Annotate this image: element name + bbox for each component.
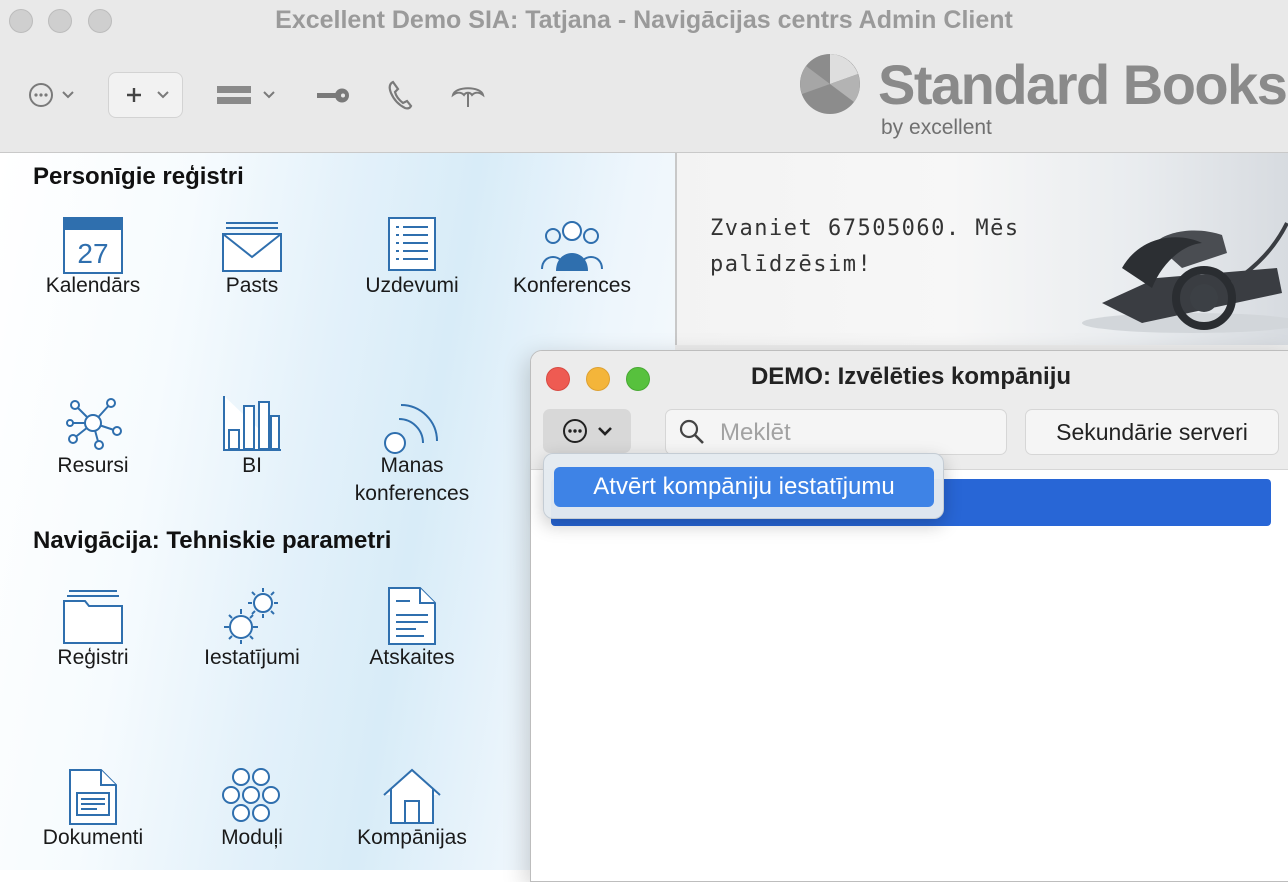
conferences-icon [541, 221, 603, 271]
standard-books-logo: Standard Books by excellent [796, 50, 1288, 145]
window-title: Excellent Demo SIA: Tatjana - Navigācija… [275, 6, 1013, 34]
dialog-minimize-button[interactable] [586, 367, 610, 391]
main-window-toolbar: Excellent Demo SIA: Tatjana - Navigācija… [0, 0, 1288, 153]
registers-icon [63, 590, 123, 644]
nav-label: Atskaites [369, 646, 455, 669]
search-input[interactable] [718, 416, 992, 450]
modules-icon [222, 768, 280, 822]
toolbar-phone-button[interactable] [378, 72, 422, 118]
nav-label: Reģistri [57, 646, 129, 669]
nav-label: Konferences [513, 274, 631, 297]
my-conferences-icon [384, 404, 438, 454]
nav-item-documents[interactable]: Dokumenti [13, 767, 173, 857]
secondary-servers-button[interactable]: Sekundārie serveri [1025, 409, 1279, 455]
nav-label: Iestatījumi [204, 646, 300, 669]
nav-label: BI [242, 454, 262, 477]
ellipsis-circle-icon [563, 419, 587, 443]
nav-item-calendar[interactable]: 27 Kalendārs [13, 215, 173, 305]
nav-label: Kompānijas [357, 826, 467, 849]
section-title-technical-params: Navigācija: Tehniskie parametri [33, 527, 392, 554]
ellipsis-circle-icon [29, 83, 74, 107]
nav-item-my-conferences[interactable]: Manas konferences [332, 395, 492, 515]
support-banner-text: Zvaniet 67505060. Mēs palīdzēsim! [710, 216, 1020, 277]
nav-label: Manas konferences [354, 454, 470, 505]
reports-icon [388, 587, 436, 645]
nav-item-conferences[interactable]: Konferences [492, 215, 652, 305]
nav-label: Kalendārs [45, 274, 141, 297]
toolbar-key-button[interactable] [310, 72, 356, 118]
key-icon [317, 88, 349, 103]
companies-house-icon [383, 768, 441, 824]
support-banner: Zvaniet 67505060. Mēs palīdzēsim! [675, 153, 1288, 345]
dialog-title: DEMO: Izvēlēties kompāniju [750, 363, 1072, 390]
nav-item-tasks[interactable]: Uzdevumi [332, 215, 492, 305]
nav-item-reports[interactable]: Atskaites [332, 587, 492, 677]
menu-item-open-company-settings[interactable]: Atvērt kompāniju iestatījumu [554, 467, 934, 507]
nav-label: Resursi [57, 454, 129, 477]
calendar-icon: 27 [63, 217, 123, 274]
resources-icon [66, 398, 122, 450]
chevron-down-icon [598, 427, 612, 436]
nav-item-modules[interactable]: Moduļi [172, 767, 332, 857]
nav-item-bi[interactable]: BI [172, 395, 332, 485]
calendar-day-number: 27 [77, 238, 108, 269]
toolbar-actions-menu[interactable] [14, 72, 84, 118]
dialog-close-button[interactable] [546, 367, 570, 391]
logo-title: Standard Books [878, 53, 1288, 116]
dialog-actions-menu-button[interactable] [543, 409, 631, 453]
dialog-search-field[interactable] [665, 409, 1007, 455]
mail-icon [222, 222, 282, 272]
toolbar-umbrella-button[interactable] [446, 72, 490, 118]
bi-chart-icon [223, 396, 281, 451]
documents-icon [69, 769, 117, 825]
phone-icon [388, 80, 413, 110]
nav-item-mail[interactable]: Pasts [172, 215, 332, 305]
nav-label: Uzdevumi [365, 274, 459, 297]
nav-item-registers[interactable]: Reģistri [13, 587, 173, 677]
phone-headset-image [1082, 222, 1288, 333]
search-icon [679, 419, 704, 444]
nav-item-settings[interactable]: Iestatījumi [172, 587, 332, 677]
nav-label: Pasts [225, 274, 279, 297]
standard-books-logo-mark-icon [800, 54, 860, 114]
umbrella-icon [451, 87, 485, 107]
select-company-dialog: DEMO: Izvēlēties kompāniju Sekundārie se… [530, 350, 1288, 882]
toolbar-view-menu[interactable] [207, 72, 285, 118]
nav-item-resources[interactable]: Resursi [13, 395, 173, 485]
actions-popup-menu: Atvērt kompāniju iestatījumu [543, 453, 944, 519]
logo-subtitle: by excellent [881, 116, 992, 139]
settings-gears-icon [224, 588, 278, 644]
nav-item-companies[interactable]: Kompānijas [332, 767, 492, 857]
toolbar-new-menu[interactable] [108, 72, 183, 118]
nav-label: Dokumenti [42, 826, 144, 849]
section-title-personal-registers: Personīgie reģistri [33, 163, 244, 190]
nav-label: Moduļi [221, 826, 283, 849]
plus-icon [126, 88, 169, 102]
bars-icon [217, 86, 275, 104]
tasks-icon [388, 217, 436, 271]
dialog-zoom-button[interactable] [626, 367, 650, 391]
